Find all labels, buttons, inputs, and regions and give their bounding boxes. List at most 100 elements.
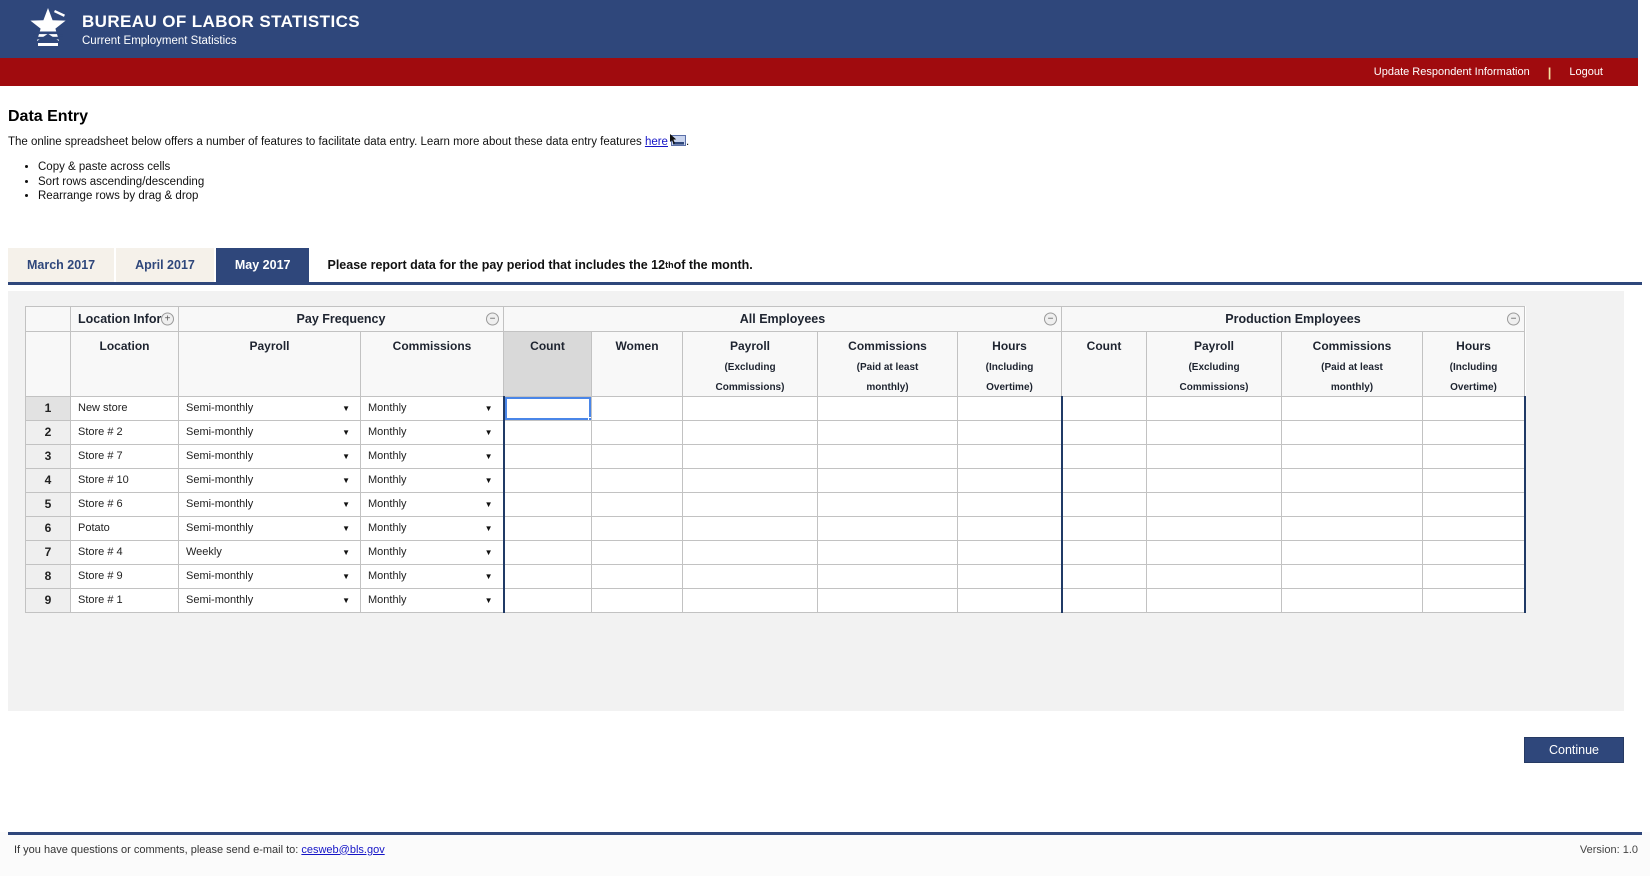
- row-number[interactable]: 2: [26, 420, 71, 444]
- payroll-dropdown[interactable]: Semi-monthly▼: [179, 517, 360, 539]
- column-header-pe-hours[interactable]: Hours(IncludingOvertime): [1423, 331, 1525, 396]
- cell-payroll-dropdown[interactable]: Semi-monthly▼: [179, 564, 361, 588]
- column-header-ae-hours[interactable]: Hours(IncludingOvertime): [958, 331, 1062, 396]
- cell-ae-payroll[interactable]: [683, 588, 818, 612]
- cell-pe-payroll[interactable]: [1147, 540, 1282, 564]
- cell-ae-commissions[interactable]: [818, 588, 958, 612]
- row-number[interactable]: 5: [26, 492, 71, 516]
- expand-toggle-icon[interactable]: +: [161, 312, 174, 325]
- column-header-payroll[interactable]: Payroll: [179, 331, 361, 396]
- cell-location[interactable]: Store # 6: [71, 492, 179, 516]
- row-number[interactable]: 6: [26, 516, 71, 540]
- cell-pe-payroll[interactable]: [1147, 420, 1282, 444]
- column-header-location[interactable]: Location: [71, 331, 179, 396]
- row-number[interactable]: 9: [26, 588, 71, 612]
- cell-payroll-dropdown[interactable]: Semi-monthly▼: [179, 420, 361, 444]
- cell-pe-commissions[interactable]: [1282, 468, 1423, 492]
- cell-ae-commissions[interactable]: [818, 396, 958, 420]
- commissions-dropdown[interactable]: Monthly▼: [361, 541, 503, 563]
- cell-commissions-dropdown[interactable]: Monthly▼: [361, 564, 504, 588]
- cell-payroll-dropdown[interactable]: Semi-monthly▼: [179, 468, 361, 492]
- tab-march-2017[interactable]: March 2017: [8, 248, 114, 282]
- tab-may-2017[interactable]: May 2017: [216, 248, 310, 282]
- cell-ae-payroll[interactable]: [683, 564, 818, 588]
- cell-pe-payroll[interactable]: [1147, 588, 1282, 612]
- cell-pe-count[interactable]: [1062, 444, 1147, 468]
- cell-pe-count[interactable]: [1062, 564, 1147, 588]
- cell-pe-hours[interactable]: [1423, 540, 1525, 564]
- tab-april-2017[interactable]: April 2017: [116, 248, 214, 282]
- cell-ae-commissions[interactable]: [818, 516, 958, 540]
- cell-payroll-dropdown[interactable]: Semi-monthly▼: [179, 396, 361, 420]
- cell-ae-women[interactable]: [592, 516, 683, 540]
- cell-commissions-dropdown[interactable]: Monthly▼: [361, 516, 504, 540]
- cell-pe-payroll[interactable]: [1147, 564, 1282, 588]
- cell-pe-hours[interactable]: [1423, 492, 1525, 516]
- cell-ae-commissions[interactable]: [818, 540, 958, 564]
- cell-ae-payroll[interactable]: [683, 396, 818, 420]
- cell-ae-commissions[interactable]: [818, 492, 958, 516]
- selected-cell-ae-count[interactable]: [504, 396, 592, 420]
- cell-ae-count[interactable]: [504, 468, 592, 492]
- cell-pe-commissions[interactable]: [1282, 588, 1423, 612]
- selection-fill-handle[interactable]: [588, 417, 592, 421]
- cell-ae-count[interactable]: [504, 516, 592, 540]
- cell-ae-hours[interactable]: [958, 588, 1062, 612]
- column-header-pe-payroll[interactable]: Payroll(ExcludingCommissions): [1147, 331, 1282, 396]
- cell-location[interactable]: Store # 9: [71, 564, 179, 588]
- cell-ae-payroll[interactable]: [683, 468, 818, 492]
- cell-pe-commissions[interactable]: [1282, 444, 1423, 468]
- cell-pe-count[interactable]: [1062, 468, 1147, 492]
- cell-ae-hours[interactable]: [958, 516, 1062, 540]
- cell-pe-commissions[interactable]: [1282, 516, 1423, 540]
- cell-ae-payroll[interactable]: [683, 444, 818, 468]
- cell-pe-hours[interactable]: [1423, 396, 1525, 420]
- cell-commissions-dropdown[interactable]: Monthly▼: [361, 396, 504, 420]
- cell-ae-count[interactable]: [504, 444, 592, 468]
- cell-commissions-dropdown[interactable]: Monthly▼: [361, 540, 504, 564]
- cell-pe-count[interactable]: [1062, 588, 1147, 612]
- cell-ae-women[interactable]: [592, 540, 683, 564]
- cell-pe-payroll[interactable]: [1147, 492, 1282, 516]
- cell-ae-hours[interactable]: [958, 468, 1062, 492]
- cell-location[interactable]: Store # 7: [71, 444, 179, 468]
- column-header-ae-women[interactable]: Women: [592, 331, 683, 396]
- cell-payroll-dropdown[interactable]: Semi-monthly▼: [179, 492, 361, 516]
- cell-location[interactable]: Store # 4: [71, 540, 179, 564]
- cell-commissions-dropdown[interactable]: Monthly▼: [361, 420, 504, 444]
- commissions-dropdown[interactable]: Monthly▼: [361, 469, 503, 491]
- cell-ae-hours[interactable]: [958, 444, 1062, 468]
- row-number[interactable]: 4: [26, 468, 71, 492]
- payroll-dropdown[interactable]: Semi-monthly▼: [179, 397, 360, 419]
- cell-payroll-dropdown[interactable]: Semi-monthly▼: [179, 588, 361, 612]
- cell-ae-payroll[interactable]: [683, 516, 818, 540]
- cell-pe-count[interactable]: [1062, 492, 1147, 516]
- cell-pe-commissions[interactable]: [1282, 540, 1423, 564]
- row-number[interactable]: 3: [26, 444, 71, 468]
- cell-location[interactable]: Store # 10: [71, 468, 179, 492]
- cell-pe-commissions[interactable]: [1282, 420, 1423, 444]
- column-header-ae-count[interactable]: Count: [504, 331, 592, 396]
- commissions-dropdown[interactable]: Monthly▼: [361, 421, 503, 443]
- cell-ae-women[interactable]: [592, 564, 683, 588]
- row-number[interactable]: 8: [26, 564, 71, 588]
- payroll-dropdown[interactable]: Semi-monthly▼: [179, 589, 360, 611]
- payroll-dropdown[interactable]: Semi-monthly▼: [179, 493, 360, 515]
- commissions-dropdown[interactable]: Monthly▼: [361, 589, 503, 611]
- cell-location[interactable]: Store # 1: [71, 588, 179, 612]
- cell-pe-commissions[interactable]: [1282, 564, 1423, 588]
- cell-pe-commissions[interactable]: [1282, 396, 1423, 420]
- cell-pe-hours[interactable]: [1423, 588, 1525, 612]
- commissions-dropdown[interactable]: Monthly▼: [361, 493, 503, 515]
- cell-ae-payroll[interactable]: [683, 492, 818, 516]
- cell-ae-women[interactable]: [592, 444, 683, 468]
- cell-pe-payroll[interactable]: [1147, 396, 1282, 420]
- cell-pe-payroll[interactable]: [1147, 444, 1282, 468]
- cell-payroll-dropdown[interactable]: Semi-monthly▼: [179, 444, 361, 468]
- cell-payroll-dropdown[interactable]: Semi-monthly▼: [179, 516, 361, 540]
- features-here-link[interactable]: here: [645, 136, 668, 148]
- cell-pe-payroll[interactable]: [1147, 516, 1282, 540]
- cell-ae-hours[interactable]: [958, 540, 1062, 564]
- cell-pe-hours[interactable]: [1423, 516, 1525, 540]
- column-header-ae-commissions[interactable]: Commissions(Paid at leastmonthly): [818, 331, 958, 396]
